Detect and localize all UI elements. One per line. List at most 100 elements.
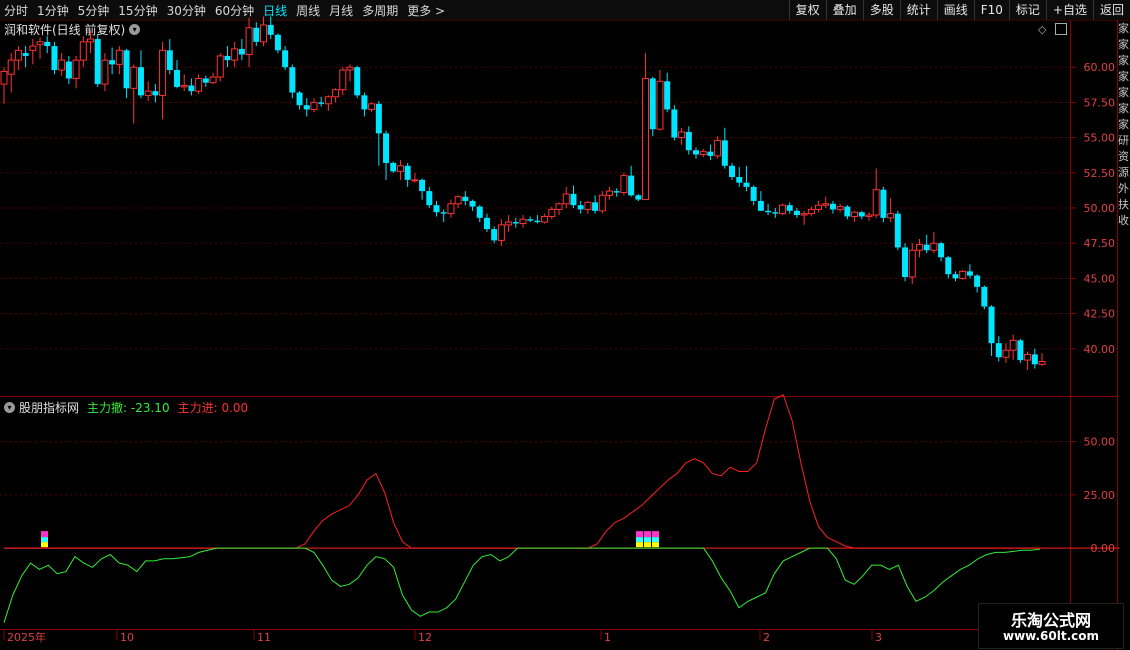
candle-body bbox=[115, 49, 123, 65]
candle-body bbox=[807, 208, 815, 215]
signal-marker-magenta bbox=[652, 531, 659, 538]
candle-body bbox=[231, 48, 239, 61]
period-tab[interactable]: 月线 bbox=[329, 2, 353, 19]
candle bbox=[123, 48, 130, 99]
diamond-icon[interactable]: ◇ bbox=[1038, 23, 1046, 36]
candle bbox=[79, 36, 87, 68]
candle bbox=[721, 127, 728, 169]
candle-body bbox=[1009, 339, 1017, 351]
price-tick-label: 50.00 bbox=[1084, 202, 1116, 215]
candle-body bbox=[1024, 353, 1032, 361]
period-tab[interactable]: 60分钟 bbox=[215, 2, 254, 19]
candlestick-series bbox=[0, 16, 1046, 370]
candle bbox=[519, 215, 527, 228]
price-tick-label: 47.50 bbox=[1084, 237, 1116, 250]
candle-body bbox=[462, 196, 469, 201]
candle-body bbox=[880, 189, 887, 218]
candle bbox=[58, 53, 66, 76]
candle bbox=[94, 34, 101, 87]
candle-body bbox=[736, 177, 743, 183]
tool-button[interactable]: 标记 bbox=[1008, 0, 1046, 20]
candle-body bbox=[642, 77, 650, 201]
tool-button[interactable]: 画线 bbox=[936, 0, 974, 20]
main-inflow-line bbox=[4, 394, 1120, 549]
candle-body bbox=[628, 175, 635, 196]
candle bbox=[635, 193, 642, 201]
candle-body bbox=[548, 208, 556, 217]
candle-body bbox=[995, 343, 1002, 358]
candle bbox=[570, 185, 577, 208]
period-tab[interactable]: 分时 bbox=[4, 2, 28, 19]
period-tab[interactable]: 更多 > bbox=[407, 2, 445, 19]
price-tick-label: 45.00 bbox=[1084, 272, 1116, 285]
candle-body bbox=[324, 96, 332, 105]
window-icon[interactable] bbox=[1055, 23, 1067, 35]
candle bbox=[375, 100, 382, 166]
candle bbox=[815, 200, 823, 213]
candle bbox=[908, 243, 916, 285]
candle-body bbox=[58, 59, 66, 71]
candle bbox=[678, 127, 686, 145]
candle bbox=[606, 186, 613, 200]
candle-body bbox=[714, 139, 722, 157]
candle bbox=[829, 200, 836, 214]
indicator-tick-label: 50.00 bbox=[1084, 436, 1116, 449]
tool-button[interactable]: 多股 bbox=[862, 0, 900, 20]
candle-body bbox=[7, 59, 15, 75]
period-tab[interactable]: 日线 bbox=[263, 2, 287, 19]
candle bbox=[945, 255, 952, 279]
candle-body bbox=[289, 67, 296, 93]
candle-body bbox=[613, 191, 620, 193]
period-tab[interactable]: 周线 bbox=[296, 2, 320, 19]
chevron-down-icon[interactable]: ▾ bbox=[129, 23, 141, 35]
signal-marker-yellow bbox=[41, 542, 48, 548]
candle bbox=[231, 41, 239, 68]
candle bbox=[469, 199, 476, 211]
candle bbox=[699, 148, 707, 158]
candle bbox=[693, 147, 699, 159]
candle bbox=[318, 96, 325, 107]
candle bbox=[995, 336, 1002, 362]
candle-body bbox=[36, 41, 44, 46]
period-tab[interactable]: 1分钟 bbox=[37, 2, 69, 19]
tool-button[interactable]: +自选 bbox=[1045, 0, 1093, 20]
period-tab[interactable]: 30分钟 bbox=[167, 2, 206, 19]
candle-body bbox=[584, 201, 592, 210]
candle bbox=[577, 200, 584, 214]
candle-body bbox=[426, 191, 433, 206]
candle-body bbox=[512, 222, 519, 224]
tool-button[interactable]: F10 bbox=[973, 0, 1009, 20]
candle bbox=[22, 46, 29, 68]
candle bbox=[743, 165, 750, 192]
candle-body bbox=[707, 151, 714, 156]
chart-frame bbox=[0, 20, 1118, 650]
chart-canvas[interactable]: 60.00 57.50 55.00 52.50 50.00 47.50 45.00 42.50… bbox=[0, 0, 1130, 650]
tool-button[interactable]: 叠加 bbox=[825, 0, 863, 20]
candle bbox=[274, 33, 281, 54]
tool-button[interactable]: 复权 bbox=[788, 0, 826, 20]
period-tab[interactable]: 多周期 bbox=[362, 2, 398, 19]
period-tab[interactable]: 5分钟 bbox=[78, 2, 110, 19]
candle-body bbox=[79, 41, 87, 61]
candle-body bbox=[1002, 349, 1010, 358]
candle-body bbox=[822, 203, 830, 206]
chevron-down-icon[interactable]: ▾ bbox=[4, 401, 15, 413]
candle-body bbox=[483, 217, 490, 230]
candle bbox=[361, 92, 368, 117]
candle bbox=[902, 243, 909, 282]
candle-body bbox=[743, 182, 750, 187]
tool-button[interactable]: 统计 bbox=[899, 0, 937, 20]
period-tab[interactable]: 15分钟 bbox=[118, 2, 157, 19]
time-axis-label: 12 bbox=[418, 631, 432, 644]
candle-body bbox=[923, 244, 930, 251]
indicator-name: 股朋指标网 bbox=[19, 400, 80, 415]
candle-body bbox=[491, 229, 498, 241]
signal-marker-cyan bbox=[652, 537, 659, 543]
candle-body bbox=[664, 81, 671, 110]
candle bbox=[115, 46, 123, 75]
candle bbox=[346, 64, 354, 82]
candle bbox=[894, 210, 901, 251]
main-chart-title-bar: 润和软件(日线 前复权) ▾ bbox=[4, 21, 141, 37]
candle-body bbox=[245, 27, 253, 56]
tool-button[interactable]: 返回 bbox=[1092, 0, 1130, 20]
